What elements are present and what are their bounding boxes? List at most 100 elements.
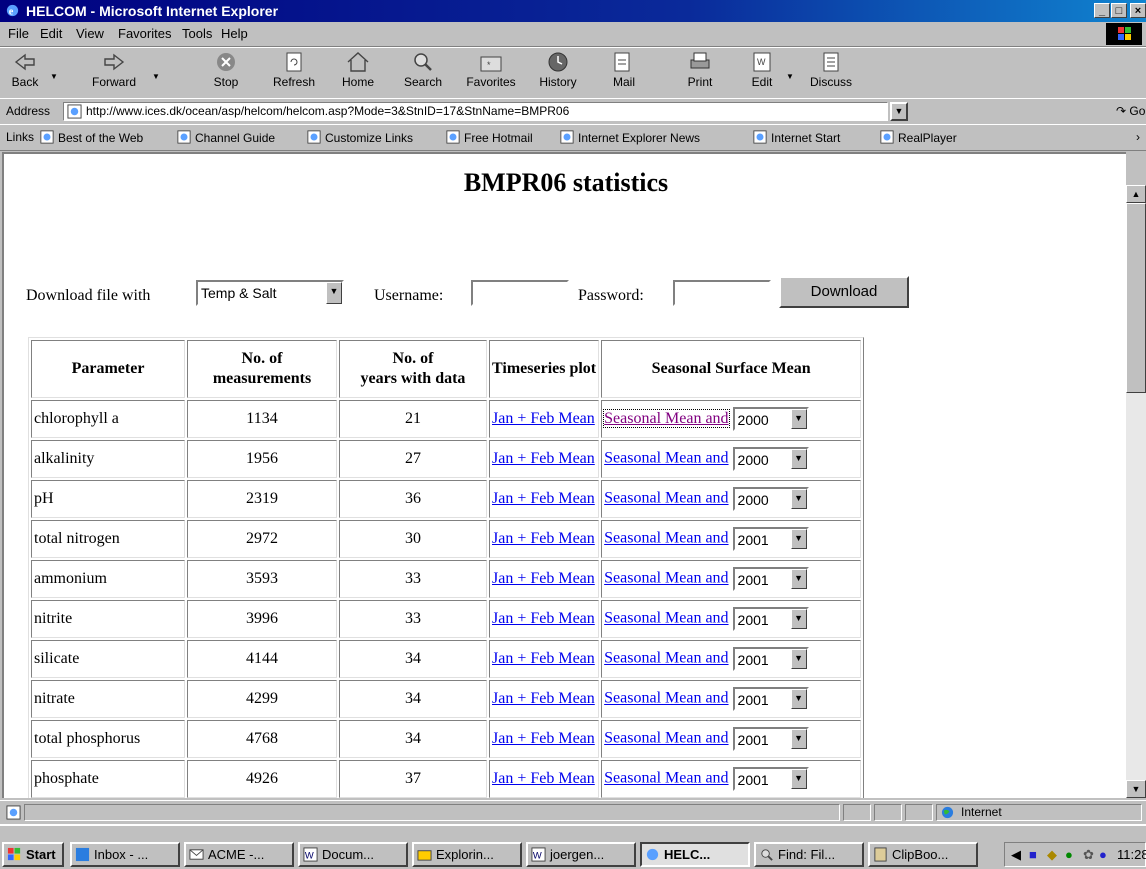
task-helcom[interactable]: HELC... xyxy=(640,842,750,867)
printer-icon xyxy=(690,52,710,69)
status-text xyxy=(24,804,840,821)
menu-view[interactable]: View xyxy=(76,26,104,41)
measurements-cell: 2972 xyxy=(187,520,337,558)
go-button[interactable]: ↷ Go xyxy=(1116,104,1145,118)
address-input[interactable]: http://www.ices.dk/ocean/asp/helcom/helc… xyxy=(63,102,888,121)
seasonal-mean-link[interactable]: Seasonal Mean and xyxy=(604,530,728,547)
edit-button[interactable]: W Edit ▼ xyxy=(742,50,794,96)
menu-help[interactable]: Help xyxy=(221,26,248,41)
seasonal-mean-link[interactable]: Seasonal Mean and xyxy=(603,408,730,428)
links-more-chevron-icon[interactable]: › xyxy=(1136,130,1140,144)
year-select[interactable]: 2000 ▼ xyxy=(732,487,809,511)
chevron-down-icon: ▼ xyxy=(790,769,807,789)
link-internet-explorer-news[interactable]: Internet Explorer News xyxy=(560,130,700,145)
task-exploring[interactable]: Explorin... xyxy=(412,842,522,867)
vertical-scrollbar[interactable]: ▲ ▼ xyxy=(1126,185,1146,798)
seasonal-mean-link[interactable]: Seasonal Mean and xyxy=(604,650,728,667)
timeseries-link[interactable]: Jan + Feb Mean xyxy=(492,770,595,787)
tray-app-icon[interactable]: ● xyxy=(1065,843,1073,866)
year-select[interactable]: 2001 ▼ xyxy=(732,767,809,791)
maximize-button[interactable]: □ xyxy=(1111,3,1127,18)
link-internet-start[interactable]: Internet Start xyxy=(753,130,840,145)
seasonal-mean-link[interactable]: Seasonal Mean and xyxy=(604,770,728,787)
forward-dropdown-icon[interactable]: ▼ xyxy=(152,72,160,81)
seasonal-mean-link[interactable]: Seasonal Mean and xyxy=(604,690,728,707)
task-find-files[interactable]: Find: Fil... xyxy=(754,842,864,867)
timeseries-cell: Jan + Feb Mean xyxy=(489,640,600,678)
home-button[interactable]: Home xyxy=(336,50,380,96)
link-realplayer[interactable]: RealPlayer xyxy=(880,130,957,145)
network-icon[interactable]: ■ xyxy=(1029,843,1037,866)
year-select[interactable]: 2000 ▼ xyxy=(732,447,809,471)
search-button[interactable]: Search xyxy=(398,50,448,96)
stop-button[interactable]: Stop xyxy=(206,50,246,96)
start-button[interactable]: Start xyxy=(2,842,64,867)
back-dropdown-icon[interactable]: ▼ xyxy=(50,72,58,81)
scroll-up-arrow-icon[interactable]: ▲ xyxy=(1126,185,1146,203)
seasonal-mean-link[interactable]: Seasonal Mean and xyxy=(604,450,728,467)
link-best-of-the-web[interactable]: Best of the Web xyxy=(40,130,143,145)
task-acme[interactable]: ACME -... xyxy=(184,842,294,867)
timeseries-link[interactable]: Jan + Feb Mean xyxy=(492,410,595,427)
menu-file[interactable]: File xyxy=(8,26,29,41)
chevron-down-icon: ▼ xyxy=(790,689,807,709)
timeseries-link[interactable]: Jan + Feb Mean xyxy=(492,730,595,747)
menu-tools[interactable]: Tools xyxy=(182,26,212,41)
seasonal-mean-link[interactable]: Seasonal Mean and xyxy=(604,570,728,587)
minimize-button[interactable]: _ xyxy=(1094,3,1110,18)
seasonal-mean-link[interactable]: Seasonal Mean and xyxy=(604,730,728,747)
edit-dropdown-icon[interactable]: ▼ xyxy=(786,72,794,81)
task-clipbook[interactable]: ClipBoo... xyxy=(868,842,978,867)
forward-button[interactable]: Forward ▼ xyxy=(78,50,160,96)
year-select[interactable]: 2000 ▼ xyxy=(732,407,809,431)
seasonal-mean-link[interactable]: Seasonal Mean and xyxy=(604,610,728,627)
menu-bar: File Edit View Favorites Tools Help xyxy=(0,22,1146,47)
favorites-button[interactable]: * Favorites xyxy=(458,50,524,96)
scroll-down-arrow-icon[interactable]: ▼ xyxy=(1126,780,1146,798)
timeseries-link[interactable]: Jan + Feb Mean xyxy=(492,690,595,707)
history-button[interactable]: History xyxy=(532,50,584,96)
timeseries-link[interactable]: Jan + Feb Mean xyxy=(492,490,595,507)
year-select[interactable]: 2001 ▼ xyxy=(732,687,809,711)
tray-app-icon[interactable]: ✿ xyxy=(1083,843,1094,866)
close-button[interactable]: × xyxy=(1130,3,1146,18)
print-button[interactable]: Print xyxy=(680,50,720,96)
timeseries-link[interactable]: Jan + Feb Mean xyxy=(492,450,595,467)
refresh-button[interactable]: Refresh xyxy=(267,50,321,96)
parameter-cell: chlorophyll a xyxy=(31,400,185,438)
year-select[interactable]: 2001 ▼ xyxy=(732,607,809,631)
task-joergen[interactable]: Wjoergen... xyxy=(526,842,636,867)
download-type-select[interactable]: Temp & Salt ▼ xyxy=(196,280,344,306)
username-input[interactable] xyxy=(471,280,569,306)
menu-favorites[interactable]: Favorites xyxy=(118,26,171,41)
tray-app-icon[interactable]: ◆ xyxy=(1047,843,1057,866)
tray-app-icon[interactable]: ● xyxy=(1099,843,1107,866)
password-input[interactable] xyxy=(673,280,771,306)
speaker-icon[interactable]: ◀ xyxy=(1011,843,1021,866)
scrollbar-thumb[interactable] xyxy=(1126,203,1146,393)
status-panel xyxy=(874,804,902,821)
year-select[interactable]: 2001 ▼ xyxy=(732,527,809,551)
back-button[interactable]: Back ▼ xyxy=(4,50,58,96)
seasonal-mean-link[interactable]: Seasonal Mean and xyxy=(604,490,728,507)
mail-button[interactable]: Mail xyxy=(602,50,646,96)
year-select[interactable]: 2001 ▼ xyxy=(732,567,809,591)
menu-edit[interactable]: Edit xyxy=(40,26,62,41)
timeseries-link[interactable]: Jan + Feb Mean xyxy=(492,610,595,627)
timeseries-link[interactable]: Jan + Feb Mean xyxy=(492,650,595,667)
timeseries-link[interactable]: Jan + Feb Mean xyxy=(492,570,595,587)
ie-page-icon xyxy=(40,130,54,144)
clipbook-icon xyxy=(874,847,887,862)
discuss-button[interactable]: Discuss xyxy=(806,50,856,96)
timeseries-link[interactable]: Jan + Feb Mean xyxy=(492,530,595,547)
table-row: total nitrogen 2972 30 Jan + Feb Mean Se… xyxy=(31,520,862,558)
link-channel-guide[interactable]: Channel Guide xyxy=(177,130,275,145)
address-dropdown-button[interactable]: ▼ xyxy=(890,102,908,121)
year-select[interactable]: 2001 ▼ xyxy=(732,727,809,751)
download-button[interactable]: Download xyxy=(779,276,909,308)
task-inbox[interactable]: Inbox - ... xyxy=(70,842,180,867)
link-customize-links[interactable]: Customize Links xyxy=(307,130,413,145)
task-document[interactable]: W Docum... xyxy=(298,842,408,867)
year-select[interactable]: 2001 ▼ xyxy=(732,647,809,671)
link-free-hotmail[interactable]: Free Hotmail xyxy=(446,130,533,145)
